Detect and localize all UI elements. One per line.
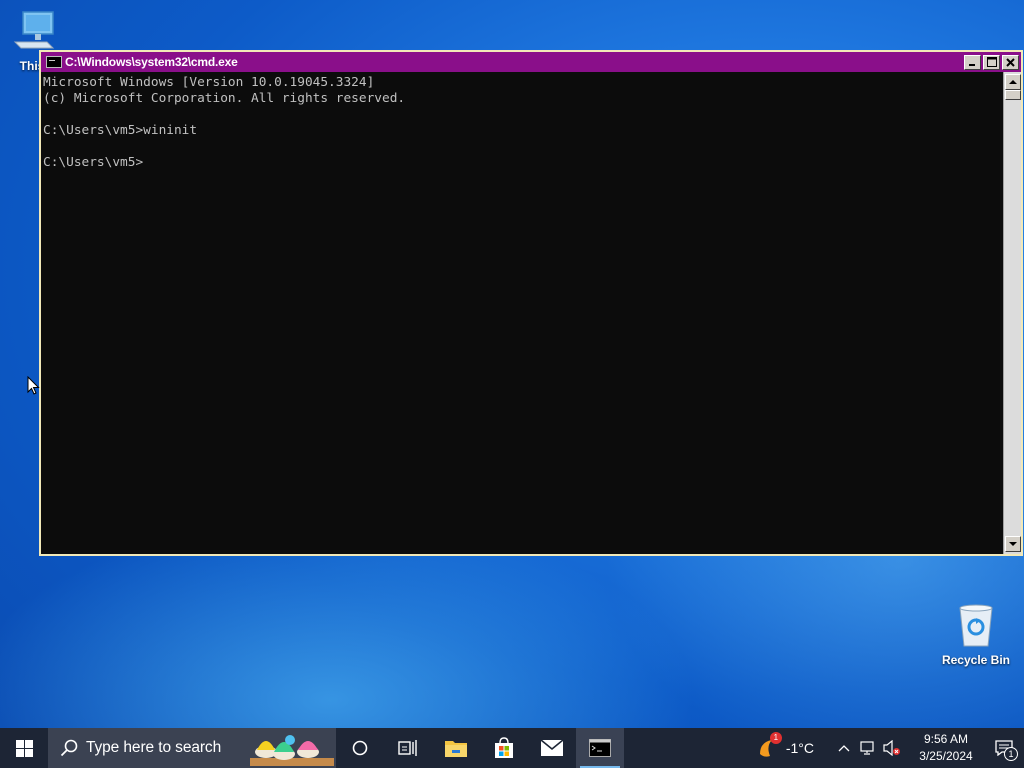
search-placeholder: Type here to search <box>86 739 222 756</box>
maximize-icon <box>986 57 997 67</box>
console-line: Microsoft Windows [Version 10.0.19045.33… <box>43 75 375 90</box>
console-line: ​ <box>43 107 1003 123</box>
weather-badge: 1 <box>769 732 782 744</box>
network-icon <box>860 741 874 755</box>
windows-logo-icon <box>15 739 33 757</box>
store-bag-icon <box>495 737 513 758</box>
scroll-thumb[interactable] <box>1005 90 1021 100</box>
folder-icon <box>445 741 467 757</box>
cmd-taskbar-button[interactable] <box>576 728 624 768</box>
arrow-up-icon <box>1009 80 1017 84</box>
network-button[interactable] <box>856 728 880 768</box>
taskbar-clock[interactable]: 9:56 AM 3/25/2024 <box>908 731 984 765</box>
volume-muted-icon <box>883 740 900 756</box>
close-button[interactable] <box>1002 54 1019 70</box>
console-prompt: C:\Users\vm5> <box>43 155 144 170</box>
cortana-button[interactable] <box>336 728 384 768</box>
scroll-down-button[interactable] <box>1005 536 1021 552</box>
cmd-window[interactable]: C:\Windows\system32\cmd.exe Microsoft Wi… <box>39 50 1023 556</box>
cmd-titlebar[interactable]: C:\Windows\system32\cmd.exe <box>41 52 1021 72</box>
system-tray: 1 -1°C 9:56 AM 3/25/2024 1 <box>756 728 1024 768</box>
console-line: (c) Microsoft Corporation. All rights re… <box>43 91 406 106</box>
minimize-icon <box>969 63 975 66</box>
console-output[interactable]: Microsoft Windows [Version 10.0.19045.33… <box>43 72 1003 554</box>
file-explorer-button[interactable] <box>432 728 480 768</box>
window-title: C:\Windows\system32\cmd.exe <box>65 55 238 69</box>
recycle-bin-icon <box>959 604 993 647</box>
store-button[interactable] <box>480 728 528 768</box>
close-icon <box>1006 57 1015 67</box>
maximize-button[interactable] <box>983 54 1000 70</box>
action-center-button[interactable]: 1 <box>984 728 1024 768</box>
weather-icon: 1 <box>756 732 782 760</box>
start-button[interactable] <box>0 728 48 768</box>
notification-count-badge: 1 <box>1004 747 1018 761</box>
console-line: C:\Users\vm5>wininit <box>43 123 198 138</box>
cmd-icon <box>589 739 611 757</box>
arrow-down-icon <box>1009 542 1017 546</box>
mail-icon <box>540 739 564 756</box>
task-view-icon <box>398 740 417 756</box>
volume-button[interactable] <box>880 728 904 768</box>
taskbar-search-box[interactable]: Type here to search <box>48 728 336 768</box>
weather-temperature: -1°C <box>785 740 814 756</box>
taskbar: Type here to search 1 -1°C 9:56 AM 3/25/… <box>0 728 1024 768</box>
mail-button[interactable] <box>528 728 576 768</box>
desktop-icon-label: Recycle Bin <box>941 653 1011 667</box>
console-line: ​ <box>43 139 1003 155</box>
chevron-up-icon <box>838 745 850 752</box>
search-highlight-image <box>250 735 334 766</box>
clock-time: 9:56 AM <box>923 732 969 746</box>
show-hidden-icons-button[interactable] <box>832 728 856 768</box>
vertical-scrollbar[interactable] <box>1003 72 1021 554</box>
weather-widget[interactable]: 1 -1°C <box>756 732 814 760</box>
cortana-circle-icon <box>352 740 368 756</box>
search-icon <box>60 739 78 757</box>
task-view-button[interactable] <box>384 728 432 768</box>
computer-icon <box>13 11 55 49</box>
cmd-icon <box>46 56 62 68</box>
desktop-icon-recycle-bin[interactable]: Recycle Bin <box>936 602 1016 667</box>
mouse-cursor-icon <box>27 376 40 395</box>
clock-date: 3/25/2024 <box>919 749 973 763</box>
minimize-button[interactable] <box>964 54 981 70</box>
scroll-up-button[interactable] <box>1005 74 1021 90</box>
